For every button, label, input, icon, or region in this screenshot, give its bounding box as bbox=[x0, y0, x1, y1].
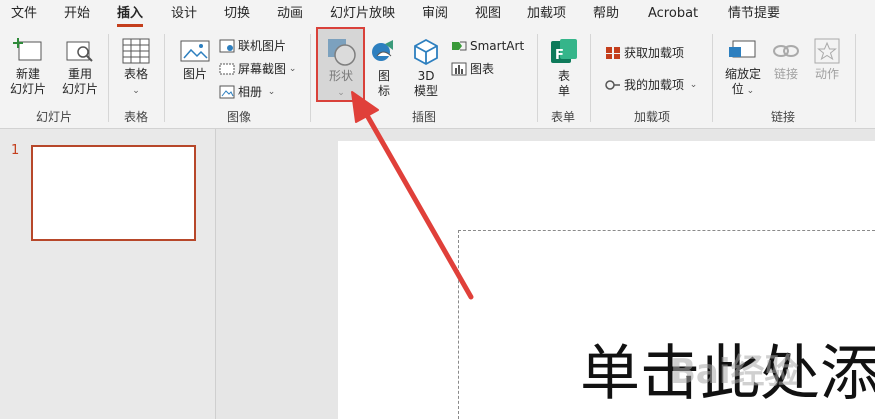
annotation-arrow bbox=[351, 91, 474, 300]
